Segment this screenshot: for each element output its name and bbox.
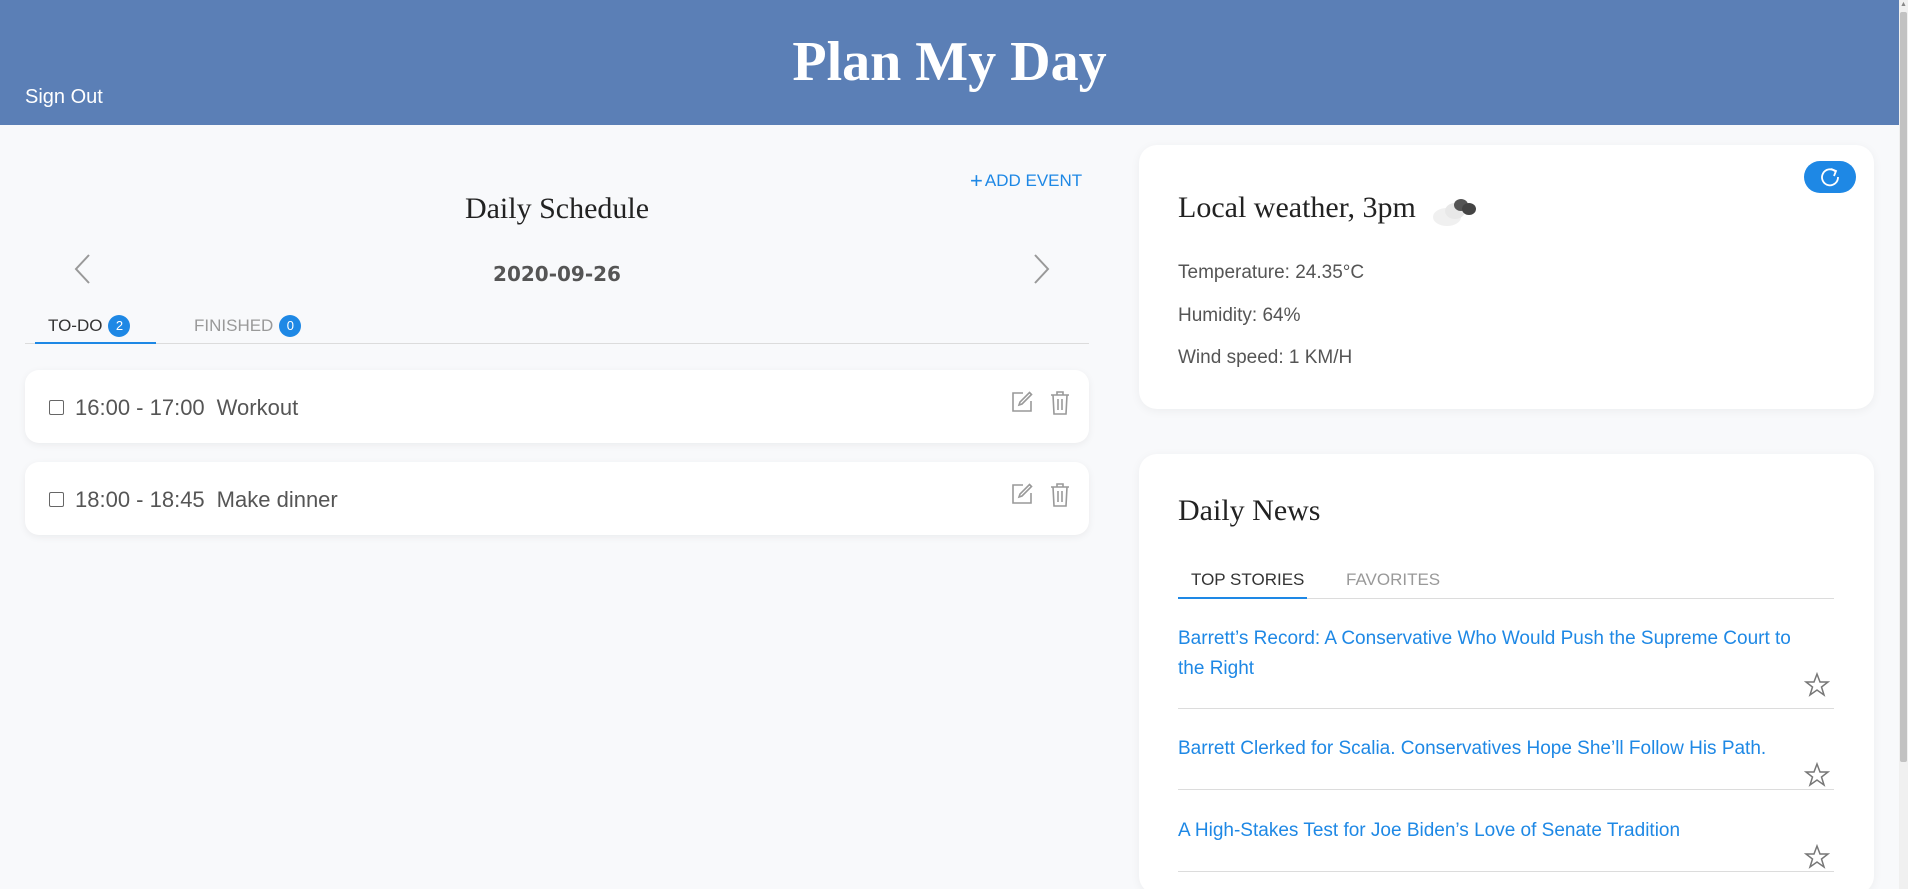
trash-icon[interactable] xyxy=(1049,482,1071,508)
event-name: Workout xyxy=(216,395,299,420)
todo-count-badge: 2 xyxy=(108,315,131,337)
star-icon[interactable] xyxy=(1804,672,1830,698)
event-name: Make dinner xyxy=(216,487,338,512)
event-checkbox[interactable] xyxy=(49,492,64,507)
add-event-button[interactable]: + ADD EVENT xyxy=(970,168,1082,194)
event-item: 18:00 - 18:45 Make dinner xyxy=(25,462,1089,535)
schedule-date: 2020-09-26 xyxy=(493,262,621,286)
cloudy-icon xyxy=(1433,199,1476,226)
refresh-weather-button[interactable] xyxy=(1804,161,1856,193)
tab-todo-label: TO-DO xyxy=(48,316,103,335)
weather-temperature: Temperature: 24.35°C xyxy=(1178,262,1365,283)
star-icon[interactable] xyxy=(1804,844,1830,870)
weather-card: Local weather, 3pm Temperature: 24.35°C … xyxy=(1139,145,1874,409)
event-time: 16:00 - 17:00 xyxy=(75,395,205,420)
app-header: Plan My Day Sign Out xyxy=(0,0,1899,125)
schedule-title: Daily Schedule xyxy=(464,192,650,225)
app-title: Plan My Day xyxy=(792,31,1107,93)
news-story-link[interactable]: Barrett’s Record: A Conservative Who Wou… xyxy=(1178,624,1808,684)
news-tabs: TOP STORIES FAVORITES xyxy=(1178,564,1834,599)
news-title: Daily News xyxy=(1178,494,1321,527)
chevron-right-icon xyxy=(1034,254,1050,284)
news-story: A High-Stakes Test for Joe Biden’s Love … xyxy=(1178,816,1834,872)
tab-top-stories[interactable]: TOP STORIES xyxy=(1178,564,1307,599)
next-day-button[interactable] xyxy=(1029,252,1053,286)
edit-icon[interactable] xyxy=(1010,390,1034,414)
news-story: Barrett’s Record: A Conservative Who Wou… xyxy=(1178,624,1834,709)
event-item: 16:00 - 17:00 Workout xyxy=(25,370,1089,443)
plus-icon: + xyxy=(970,168,983,193)
news-story-link[interactable]: A High-Stakes Test for Joe Biden’s Love … xyxy=(1178,816,1808,846)
tab-finished[interactable]: FINISHED 0 xyxy=(194,308,302,344)
news-card: Daily News TOP STORIES FAVORITES Barrett… xyxy=(1139,454,1874,889)
weather-wind-speed: Wind speed: 1 KM/H xyxy=(1178,347,1353,368)
tab-finished-label: FINISHED xyxy=(194,316,274,335)
tab-favorites[interactable]: FAVORITES xyxy=(1346,564,1440,599)
event-text: 18:00 - 18:45 Make dinner xyxy=(75,487,338,513)
trash-icon[interactable] xyxy=(1049,390,1071,416)
add-event-label: ADD EVENT xyxy=(984,171,1083,190)
finished-count-badge: 0 xyxy=(279,315,302,337)
news-story: Barrett Clerked for Scalia. Conservative… xyxy=(1178,734,1834,790)
event-text: 16:00 - 17:00 Workout xyxy=(75,395,298,421)
scrollbar-thumb[interactable] xyxy=(1900,12,1907,762)
weather-title: Local weather, 3pm xyxy=(1178,191,1416,224)
star-icon[interactable] xyxy=(1804,762,1830,788)
news-story-link[interactable]: Barrett Clerked for Scalia. Conservative… xyxy=(1178,734,1808,764)
scroll-up-icon[interactable]: ▲ xyxy=(1900,1,1907,8)
weather-humidity: Humidity: 64% xyxy=(1178,305,1301,326)
refresh-icon xyxy=(1821,168,1839,187)
tab-todo[interactable]: TO-DO 2 xyxy=(35,308,156,344)
sign-out-link[interactable]: Sign Out xyxy=(25,86,103,109)
event-checkbox[interactable] xyxy=(49,400,64,415)
event-time: 18:00 - 18:45 xyxy=(75,487,205,512)
schedule-tabs: TO-DO 2 FINISHED 0 xyxy=(25,308,1089,344)
edit-icon[interactable] xyxy=(1010,482,1034,506)
vertical-scrollbar[interactable]: ▲ xyxy=(1899,0,1908,889)
